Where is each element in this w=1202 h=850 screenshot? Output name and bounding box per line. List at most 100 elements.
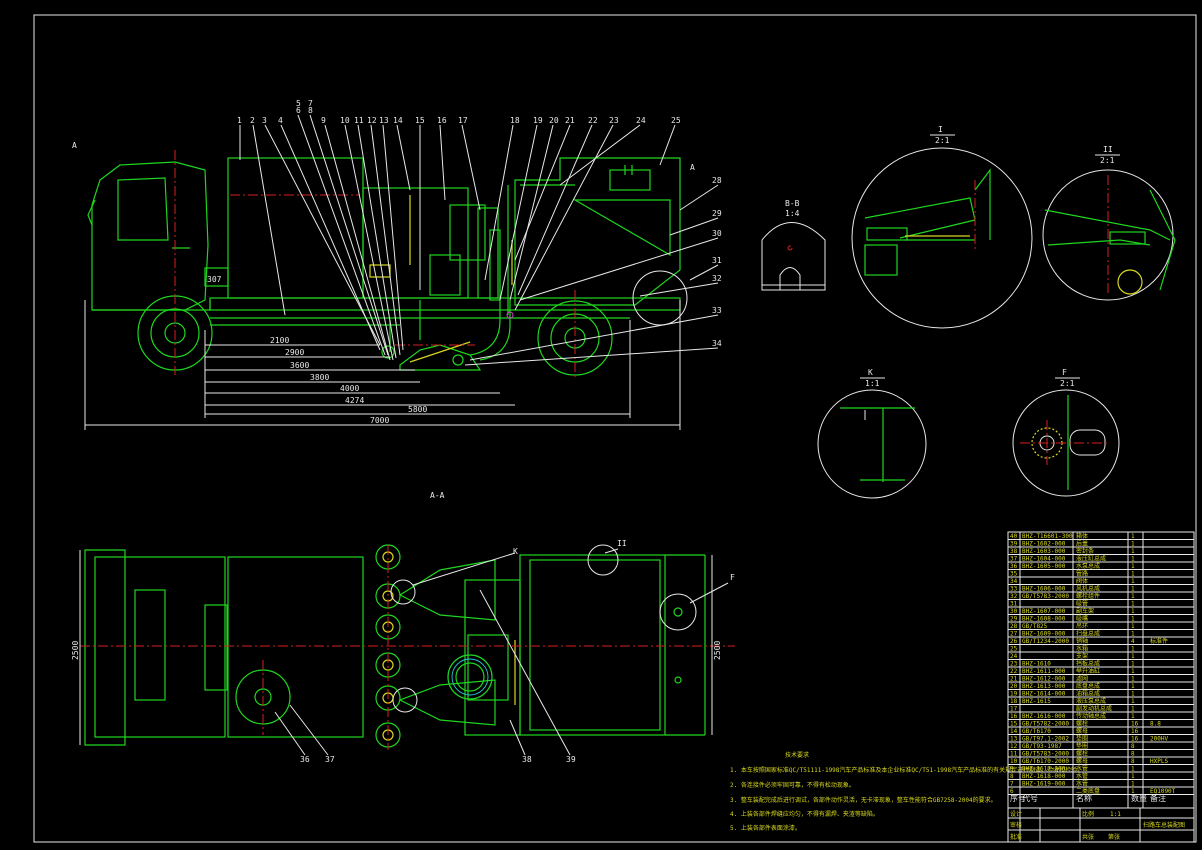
bom-cell-no: 10 bbox=[1010, 758, 1018, 765]
dim-5800: 5800 bbox=[408, 405, 427, 414]
svg-text:20: 20 bbox=[549, 116, 559, 125]
bom-cell-note: 标准件 bbox=[1150, 637, 1168, 645]
tb-sheet-of: 第张 bbox=[1108, 833, 1120, 841]
bom-cell-no: 24 bbox=[1010, 653, 1018, 660]
dim-4274: 4274 bbox=[345, 396, 364, 405]
bom-cell-name: 水管 bbox=[1076, 772, 1088, 780]
detail-K-label: K bbox=[868, 368, 873, 377]
dim-3800: 3800 bbox=[310, 373, 329, 382]
svg-text:4: 4 bbox=[278, 116, 283, 125]
bom-cell-qty: 1 bbox=[1131, 781, 1135, 788]
tb-scale-label: 比例 bbox=[1082, 810, 1094, 818]
bom-cell-qty: 8 bbox=[1131, 751, 1135, 758]
detail-I-circle bbox=[851, 147, 1033, 329]
bom-cell-name: 密封条 bbox=[1076, 547, 1094, 555]
bom-cell-name: 螺母 bbox=[1076, 757, 1088, 765]
bom-cell-no: 40 bbox=[1010, 533, 1018, 540]
plan-width-dim-right: 2500 bbox=[713, 641, 722, 660]
notes-title: 技术要求 bbox=[785, 751, 809, 759]
svg-text:15: 15 bbox=[415, 116, 425, 125]
svg-text:18: 18 bbox=[510, 116, 520, 125]
bom-cell-code: BHZ-1611-000 bbox=[1022, 668, 1066, 675]
bom-cell-no: 16 bbox=[1010, 713, 1018, 720]
bom-cell-name: 水箱 bbox=[1076, 645, 1088, 653]
bom-cell-code: GB/T1234-2000 bbox=[1022, 638, 1069, 645]
tb-check: 审核 bbox=[1010, 821, 1022, 829]
side-view: 2100 2900 3600 3800 4000 4274 5800 7000 … bbox=[72, 99, 722, 430]
bom-cell-qty: 1 bbox=[1131, 698, 1135, 705]
bom-cell-name: 垫圈 bbox=[1076, 742, 1088, 750]
bom-cell-name: 风机总成 bbox=[1076, 585, 1100, 593]
plan-cab-front bbox=[84, 549, 126, 746]
bom-cell-no: 22 bbox=[1010, 668, 1018, 675]
detail-BB: B-B 1:4 bbox=[761, 199, 826, 291]
bom-cell-code: BHZ-1609-000 bbox=[1022, 631, 1066, 638]
bom-cell-code: GB/T5782-2000 bbox=[1022, 721, 1069, 728]
detail-K: K 1:1 bbox=[817, 368, 927, 499]
detail-F: F 2:1 bbox=[1012, 368, 1120, 497]
svg-text:29: 29 bbox=[712, 209, 722, 218]
bom-cell-name: 水泵总成 bbox=[1076, 562, 1100, 570]
bom-cell-name: 挡板总成 bbox=[1076, 660, 1100, 668]
bom-cell-name: 支架 bbox=[1076, 652, 1088, 660]
bom-cell-name: 油箱总成 bbox=[1076, 690, 1100, 698]
bom-cell-qty: 1 bbox=[1131, 676, 1135, 683]
dim-4000: 4000 bbox=[340, 384, 359, 393]
bom-cell-no: 12 bbox=[1010, 743, 1018, 750]
tb-design: 设计 bbox=[1010, 810, 1022, 818]
bom-cell-no: 9 bbox=[1010, 766, 1014, 773]
bom-cell-name: 管路 bbox=[1076, 570, 1088, 578]
truck-cab bbox=[91, 161, 209, 311]
bom-cell-qty: 1 bbox=[1131, 766, 1135, 773]
dim-3600: 3600 bbox=[290, 361, 309, 370]
svg-text:22: 22 bbox=[588, 116, 598, 125]
bom-cell-no: 7 bbox=[1010, 781, 1014, 788]
bom-cell-no: 15 bbox=[1010, 721, 1018, 728]
bom-cell-code: BHZ-1613-000 bbox=[1022, 683, 1066, 690]
detail-I-scale: 2:1 bbox=[935, 136, 950, 145]
detail-F-scale: 2:1 bbox=[1060, 379, 1075, 388]
bom-cell-note: 8.8 bbox=[1150, 721, 1161, 728]
bom-cell-name: 滤网 bbox=[1076, 675, 1088, 683]
bom-cell-qty: 1 bbox=[1131, 616, 1135, 623]
bom-cell-code: BHZ-1607-000 bbox=[1022, 608, 1066, 615]
bom-cell-note: 200HV bbox=[1150, 736, 1168, 743]
svg-text:24: 24 bbox=[636, 116, 646, 125]
view-label-left: A bbox=[72, 141, 77, 150]
tb-sheet-total: 共张 bbox=[1082, 833, 1094, 841]
bom-header-code: 代号 bbox=[1022, 793, 1038, 803]
bom-cell-qty: 1 bbox=[1131, 593, 1135, 600]
dim-7000: 7000 bbox=[370, 416, 389, 425]
bom-cell-no: 23 bbox=[1010, 661, 1018, 668]
bom-cell-no: 33 bbox=[1010, 586, 1018, 593]
bom-cell-name: 垫圈 bbox=[1076, 735, 1088, 743]
bom-cell-name: 副发动机总成 bbox=[1076, 705, 1112, 713]
svg-text:30: 30 bbox=[712, 229, 722, 238]
svg-text:25: 25 bbox=[671, 116, 681, 125]
plan-part-39: 39 bbox=[566, 755, 576, 764]
bom-cell-code: BHZ-1617-000 bbox=[1022, 766, 1066, 773]
detail-BB-label: B-B bbox=[785, 199, 800, 208]
bom-cell-name: 举升油缸 bbox=[1076, 667, 1100, 675]
svg-text:14: 14 bbox=[393, 116, 403, 125]
aux-engine-box bbox=[227, 157, 364, 299]
bom-cell-qty: 1 bbox=[1131, 653, 1135, 660]
bom-cell-qty: 1 bbox=[1131, 571, 1135, 578]
plan-hopper-front bbox=[464, 579, 521, 736]
bom-cell-no: 31 bbox=[1010, 601, 1018, 608]
bom-cell-qty: 1 bbox=[1131, 773, 1135, 780]
bom-cell-no: 36 bbox=[1010, 563, 1018, 570]
bom-cell-code: BHZ-1614-000 bbox=[1022, 691, 1066, 698]
bom-cell-name: 箱体 bbox=[1076, 532, 1088, 540]
bom-cell-qty: 1 bbox=[1131, 541, 1135, 548]
bom-cell-name: 底盘总成 bbox=[1076, 682, 1100, 690]
bom-cell-name: 螺母 bbox=[1076, 727, 1088, 735]
bom-cell-code: BHZ-1619-000 bbox=[1022, 781, 1066, 788]
note-line-4: 4. 上装各部件焊缝应均匀，不得有漏焊、夹渣等缺陷。 bbox=[730, 810, 879, 818]
bom-cell-name: 螺栓组件 bbox=[1076, 592, 1100, 600]
svg-text:9: 9 bbox=[321, 116, 326, 125]
plan-aux-box bbox=[227, 556, 364, 738]
bom-cell-name: 液压缸总成 bbox=[1076, 555, 1106, 563]
bom-cell-code: GB/T93-1987 bbox=[1022, 743, 1062, 750]
bom-cell-no: 25 bbox=[1010, 646, 1018, 653]
